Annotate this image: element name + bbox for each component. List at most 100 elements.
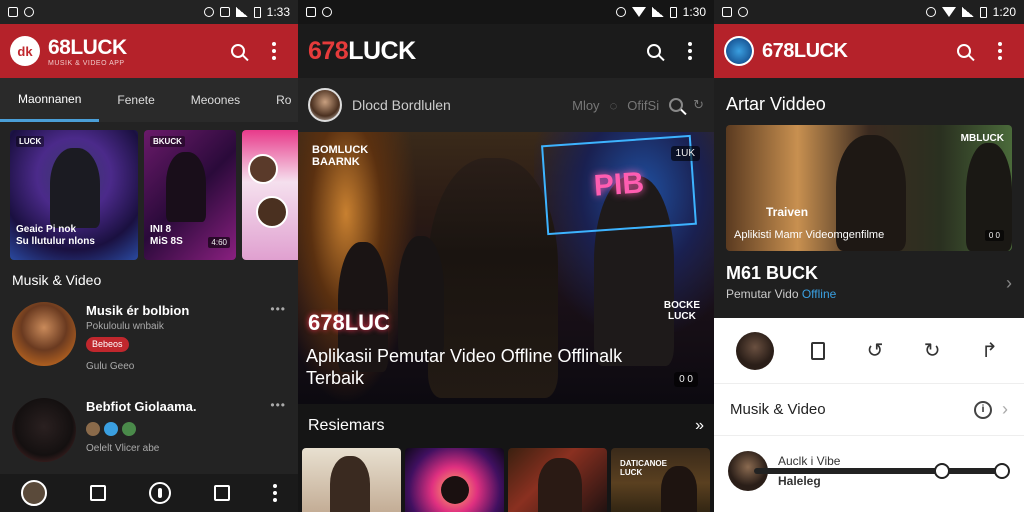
hero-brand: BOMLUCK BAARNK	[312, 144, 369, 168]
video-thumbnail[interactable]	[405, 448, 504, 512]
tab-3[interactable]: Ro	[258, 78, 298, 122]
section-title: Resiemars	[308, 417, 385, 434]
list-item-title: Musik ér bolbion	[86, 303, 190, 318]
mini-player-subtitle: Haleleg	[778, 474, 821, 488]
hero-video[interactable]: MBLUCK Traiven Aplikisti Mamr Videomgenf…	[726, 125, 1012, 251]
hero-duration: 0 0	[984, 230, 1004, 241]
phone-screen-2: 1:30 678LUCK Dlocd Bordlulen Mloy ◌ Ofif…	[298, 0, 714, 512]
refresh-icon[interactable]: ↻	[693, 97, 704, 113]
chevron-right-icon[interactable]: »	[695, 417, 704, 435]
hero-tag: 1UK	[670, 146, 700, 161]
phone-screen-1: 1:33 dk 68LUCK MUSIK & VIDEO APP Maonnan…	[0, 0, 298, 512]
progress-knob[interactable]	[994, 463, 1010, 479]
mini-player[interactable]: Auclk i Vibe Haleleg	[714, 436, 1024, 506]
progress-bar[interactable]	[754, 463, 1010, 479]
video-thumbnail[interactable]	[508, 448, 607, 512]
list-item-subtitle: Pokuloulu wnbaik	[86, 321, 164, 333]
thumbnail-figure	[441, 476, 469, 504]
app-title: 678LUCK	[762, 39, 848, 62]
search-button[interactable]	[224, 37, 252, 65]
more-menu-button[interactable]	[676, 37, 704, 65]
list-item-title: Bebfiot Giolaama.	[86, 399, 197, 414]
status-bar: 1:33	[0, 0, 298, 24]
search-icon	[647, 44, 661, 58]
tab-1[interactable]: Fenete	[99, 78, 172, 122]
thumbnail-figure	[50, 148, 100, 228]
share-button[interactable]: ↱	[976, 338, 1002, 364]
avatar	[12, 302, 76, 366]
battery-icon	[253, 6, 261, 18]
signal-icon	[651, 7, 664, 17]
video-thumbnail[interactable]: LUCK Geaic Pi nok Su llutulur nlons	[10, 130, 138, 260]
tab-bar: Maonnanen Fenete Meoones Ro	[0, 78, 298, 122]
channel-avatar[interactable]	[735, 331, 774, 370]
like-button[interactable]: ↺	[862, 338, 888, 364]
alarm-icon	[203, 7, 214, 17]
status-time: 1:20	[992, 5, 1016, 19]
tab-0[interactable]: Maonnanen	[0, 78, 100, 122]
profile-avatar[interactable]	[21, 480, 48, 506]
chevron-right-icon[interactable]: ›	[1002, 399, 1008, 420]
hero-caption: Traiven	[766, 205, 809, 219]
list-item-meta: Bebfiot Giolaama. Oelelt Vlicer abe	[86, 398, 260, 456]
channel-avatar[interactable]	[308, 88, 342, 122]
more-menu-button[interactable]	[986, 37, 1014, 65]
video-thumbnail[interactable]	[242, 130, 298, 260]
ghost-tab[interactable]: Mloy	[572, 98, 599, 113]
more-horiz-icon[interactable]: •••	[270, 398, 286, 412]
comment-button[interactable]: ↻	[919, 338, 945, 364]
more-vert-icon[interactable]	[272, 484, 277, 502]
more-vert-icon	[272, 42, 276, 60]
search-icon	[957, 44, 971, 58]
thumbnail-figure	[538, 458, 582, 512]
video-subtitle: Pemutar Vido Offline	[726, 287, 1012, 301]
share-icon: ↱	[980, 340, 998, 362]
hero-caption: Aplikisti Mamr Videomgenfilme	[734, 229, 885, 241]
hero-video[interactable]: BOMLUCK BAARNK PIB 1UK BOCKE LUCK 678LUC…	[298, 132, 714, 404]
search-button[interactable]	[640, 37, 668, 65]
status-bar: 1:30	[298, 0, 714, 24]
app-bar: 678LUCK	[714, 24, 1024, 78]
app-bar: 678LUCK	[298, 24, 714, 78]
tab-2[interactable]: Meoones	[173, 78, 258, 122]
info-icon[interactable]: i	[974, 400, 992, 419]
save-button[interactable]	[805, 338, 831, 364]
section-header: Resiemars »	[298, 404, 714, 448]
ghost-tab[interactable]: OfifSi	[627, 98, 659, 113]
settings-status-icon	[738, 7, 748, 17]
hero-figure	[398, 236, 444, 356]
progress-knob[interactable]	[934, 463, 950, 479]
more-vert-icon	[688, 42, 692, 60]
alarm-icon	[925, 7, 936, 17]
list-item[interactable]: Musik ér bolbion Pokuloulu wnbaik Bebeos…	[0, 296, 298, 392]
list-row-label: Musik & Video	[730, 401, 826, 418]
app-bar: dk 68LUCK MUSIK & VIDEO APP	[0, 24, 298, 78]
offline-link[interactable]: Offline	[802, 287, 836, 301]
search-icon	[231, 44, 245, 58]
thumbnail-figure	[166, 152, 206, 222]
list-item-meta: Musik ér bolbion Pokuloulu wnbaik Bebeos…	[86, 302, 260, 374]
reaction-icons	[86, 422, 260, 437]
list-row[interactable]: Musik & Video i ›	[714, 384, 1024, 436]
video-thumbnail[interactable]: DATICANOE LUCK	[611, 448, 710, 512]
video-info[interactable]: M61 BUCK Pemutar Vido Offline ›	[714, 251, 1024, 309]
video-thumbnail[interactable]	[302, 448, 401, 512]
mini-player-title: Auclk i Vibe	[778, 454, 841, 468]
more-horiz-icon[interactable]: •••	[270, 302, 286, 316]
thumbnail-avatar	[248, 154, 278, 184]
app-title: 68LUCK	[48, 35, 127, 59]
phone-screen-3: 1:20 678LUCK Artar Viddeo MBLUCK Traiven…	[714, 0, 1024, 512]
details-panel: ↺ ↻ ↱ Musik & Video i › Auclk i Vibe Hal…	[714, 318, 1024, 512]
app-logo	[724, 36, 754, 66]
thumbnail-duration: 4:60	[208, 237, 230, 248]
play-center-icon[interactable]	[148, 482, 171, 504]
search-icon[interactable]	[669, 98, 684, 112]
more-menu-button[interactable]	[260, 37, 288, 65]
battery-icon	[979, 6, 987, 18]
ghost-icon[interactable]: ◌	[610, 98, 618, 113]
search-button[interactable]	[950, 37, 978, 65]
video-thumbnail[interactable]: BKUCK INI 8 MiS 8S 4:60	[144, 130, 236, 260]
home-icon[interactable]	[90, 485, 107, 501]
library-icon[interactable]	[213, 485, 230, 501]
chevron-right-icon[interactable]: ›	[1006, 273, 1012, 294]
